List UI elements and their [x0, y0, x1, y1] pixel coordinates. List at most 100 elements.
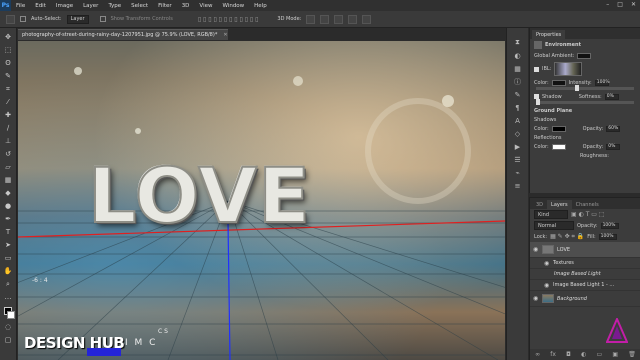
3d-pan-icon[interactable] [334, 14, 344, 24]
auto-select-checkbox[interactable] [20, 16, 26, 22]
reflections-opacity-input[interactable]: 0% [606, 143, 621, 150]
pen-icon[interactable]: ✒ [3, 214, 14, 224]
layer-filter-dropdown[interactable]: Kind [534, 210, 568, 219]
reflections-color-swatch[interactable] [551, 143, 566, 150]
hand-icon[interactable]: ✋ [3, 266, 14, 276]
softness-slider[interactable] [536, 99, 634, 105]
menu-view[interactable]: View [194, 3, 217, 9]
crop-icon[interactable]: ⌗ [3, 84, 14, 94]
shadows-color-swatch[interactable] [551, 125, 566, 132]
close-document-icon[interactable]: ✕ [223, 32, 227, 38]
transform-controls-label[interactable]: Show Transform Controls [111, 16, 173, 22]
shape-icon[interactable]: ▭ [3, 253, 14, 263]
ibl-checkbox[interactable] [534, 66, 539, 72]
menu-file[interactable]: File [11, 3, 30, 9]
shadows-opacity-input[interactable]: 60% [606, 125, 621, 132]
menu-layer[interactable]: Layer [78, 3, 103, 9]
layer-name[interactable]: Background [557, 296, 587, 302]
menu-3d[interactable]: 3D [177, 3, 195, 9]
global-ambient-swatch[interactable] [577, 52, 592, 59]
timeline-icon[interactable]: ≡ [513, 181, 522, 190]
gradient-icon[interactable]: ▦ [3, 175, 14, 185]
adjustment-layer-icon[interactable]: ◐ [581, 351, 586, 358]
quick-select-icon[interactable]: ✎ [3, 71, 14, 81]
tab-properties[interactable]: Properties [532, 30, 566, 39]
marquee-icon[interactable]: ⬚ [3, 45, 14, 55]
love-3d-text[interactable]: LOVE [87, 157, 311, 235]
3d-scale-icon[interactable] [362, 14, 372, 24]
blend-mode-dropdown[interactable]: Normal [534, 221, 574, 230]
healing-icon[interactable]: ✚ [3, 110, 14, 120]
lasso-icon[interactable]: ʘ [3, 58, 14, 68]
layer-row-ibl-1[interactable]: ◉ Image Based Light 1 - ... [530, 280, 640, 291]
background-color-swatch[interactable] [7, 311, 15, 319]
adjustments-icon[interactable]: ◐ [513, 51, 522, 60]
brush-settings-icon[interactable]: ✎ [513, 90, 522, 99]
move-icon[interactable]: ✥ [3, 32, 14, 42]
tab-layers[interactable]: Layers [547, 200, 572, 209]
history-brush-icon[interactable]: ↺ [3, 149, 14, 159]
layer-row-textures[interactable]: ◉ Textures [530, 258, 640, 269]
layer-fill-input[interactable]: 100% [598, 233, 617, 240]
filter-icons[interactable]: ▣ ◐ T ▭ ⬚ [571, 211, 605, 218]
layer-name[interactable]: LOVE [557, 247, 570, 253]
trash-icon[interactable]: 🗑 [628, 351, 636, 358]
menu-type[interactable]: Type [103, 3, 126, 9]
eyedropper-icon[interactable]: ⁄ [3, 97, 14, 107]
properties-icon[interactable]: ☰ [513, 155, 522, 164]
align-icons[interactable]: ▯ ▯ ▯ ▯ ▯ ▯ ▯ ▯ ▯ ▯ ▯ ▯ [198, 16, 259, 23]
add-mask-icon[interactable]: ◘ [566, 351, 571, 358]
layer-row-love[interactable]: ◉ LOVE [530, 242, 640, 258]
intensity-input[interactable]: 100% [594, 79, 610, 86]
more-tools-icon[interactable]: … [3, 292, 14, 302]
styles-icon[interactable]: ◇ [513, 129, 522, 138]
brush-icon[interactable]: ∕ [3, 123, 14, 133]
auto-select-dropdown[interactable]: Layer [66, 14, 89, 24]
intensity-slider-handle[interactable] [575, 85, 580, 91]
3d-slide-icon[interactable] [348, 14, 358, 24]
character-icon[interactable]: A [513, 116, 522, 125]
zoom-icon[interactable]: ⌕ [3, 279, 14, 289]
stamp-icon[interactable]: ⊥ [3, 136, 14, 146]
lock-icons[interactable]: ▦ ✎ ✥ ⌗ 🔒 [550, 233, 584, 241]
type-icon[interactable]: T [3, 227, 14, 237]
maximize-icon[interactable]: □ [617, 1, 623, 8]
dodge-icon[interactable]: ● [3, 201, 14, 211]
ibl-texture-thumbnail[interactable] [554, 62, 583, 76]
intensity-slider[interactable] [536, 85, 634, 91]
layer-row-ibl[interactable]: Image Based Light [530, 269, 640, 280]
transform-controls-checkbox[interactable] [99, 16, 106, 22]
eraser-icon[interactable]: ▱ [3, 162, 14, 172]
layer-row-background[interactable]: ◉ Background [530, 291, 640, 307]
actions-icon[interactable]: ▶ [513, 142, 522, 151]
softness-input[interactable]: 0% [604, 93, 619, 100]
move-tool-preset-icon[interactable] [6, 14, 15, 24]
blur-icon[interactable]: ◆ [3, 188, 14, 198]
3d-roll-icon[interactable] [320, 14, 330, 24]
quick-mask-icon[interactable]: ◌ [3, 322, 14, 332]
new-layer-icon[interactable]: ▣ [612, 351, 618, 358]
softness-slider-handle[interactable] [536, 99, 540, 105]
tab-channels[interactable]: Channels [572, 200, 603, 209]
layer-name[interactable]: Image Based Light [554, 271, 601, 277]
path-select-icon[interactable]: ➤ [3, 240, 14, 250]
info-icon[interactable]: ⓘ [513, 77, 522, 86]
3d-orbit-icon[interactable] [306, 14, 316, 24]
menu-edit[interactable]: Edit [30, 3, 51, 9]
menu-select[interactable]: Select [126, 3, 153, 9]
menu-help[interactable]: Help [249, 3, 272, 9]
paragraph-icon[interactable]: ¶ [513, 103, 522, 112]
menu-filter[interactable]: Filter [153, 3, 177, 9]
ibl-color-swatch[interactable] [551, 79, 566, 86]
link-layers-icon[interactable]: ∞ [535, 351, 540, 358]
paths-icon[interactable]: ⌁ [513, 168, 522, 177]
tab-3d[interactable]: 3D [532, 200, 547, 209]
layer-opacity-input[interactable]: 100% [600, 222, 619, 229]
fx-icon[interactable]: fx [550, 351, 556, 358]
visibility-eye-icon[interactable]: ◉ [544, 260, 550, 267]
visibility-eye-icon[interactable]: ◉ [533, 246, 539, 253]
layer-name[interactable]: Textures [553, 260, 574, 266]
document-canvas[interactable]: LOVE -6 : 4 DESIGN HUB I M C C S [18, 41, 505, 360]
group-icon[interactable]: ▭ [597, 351, 603, 358]
menu-image[interactable]: Image [51, 3, 78, 9]
